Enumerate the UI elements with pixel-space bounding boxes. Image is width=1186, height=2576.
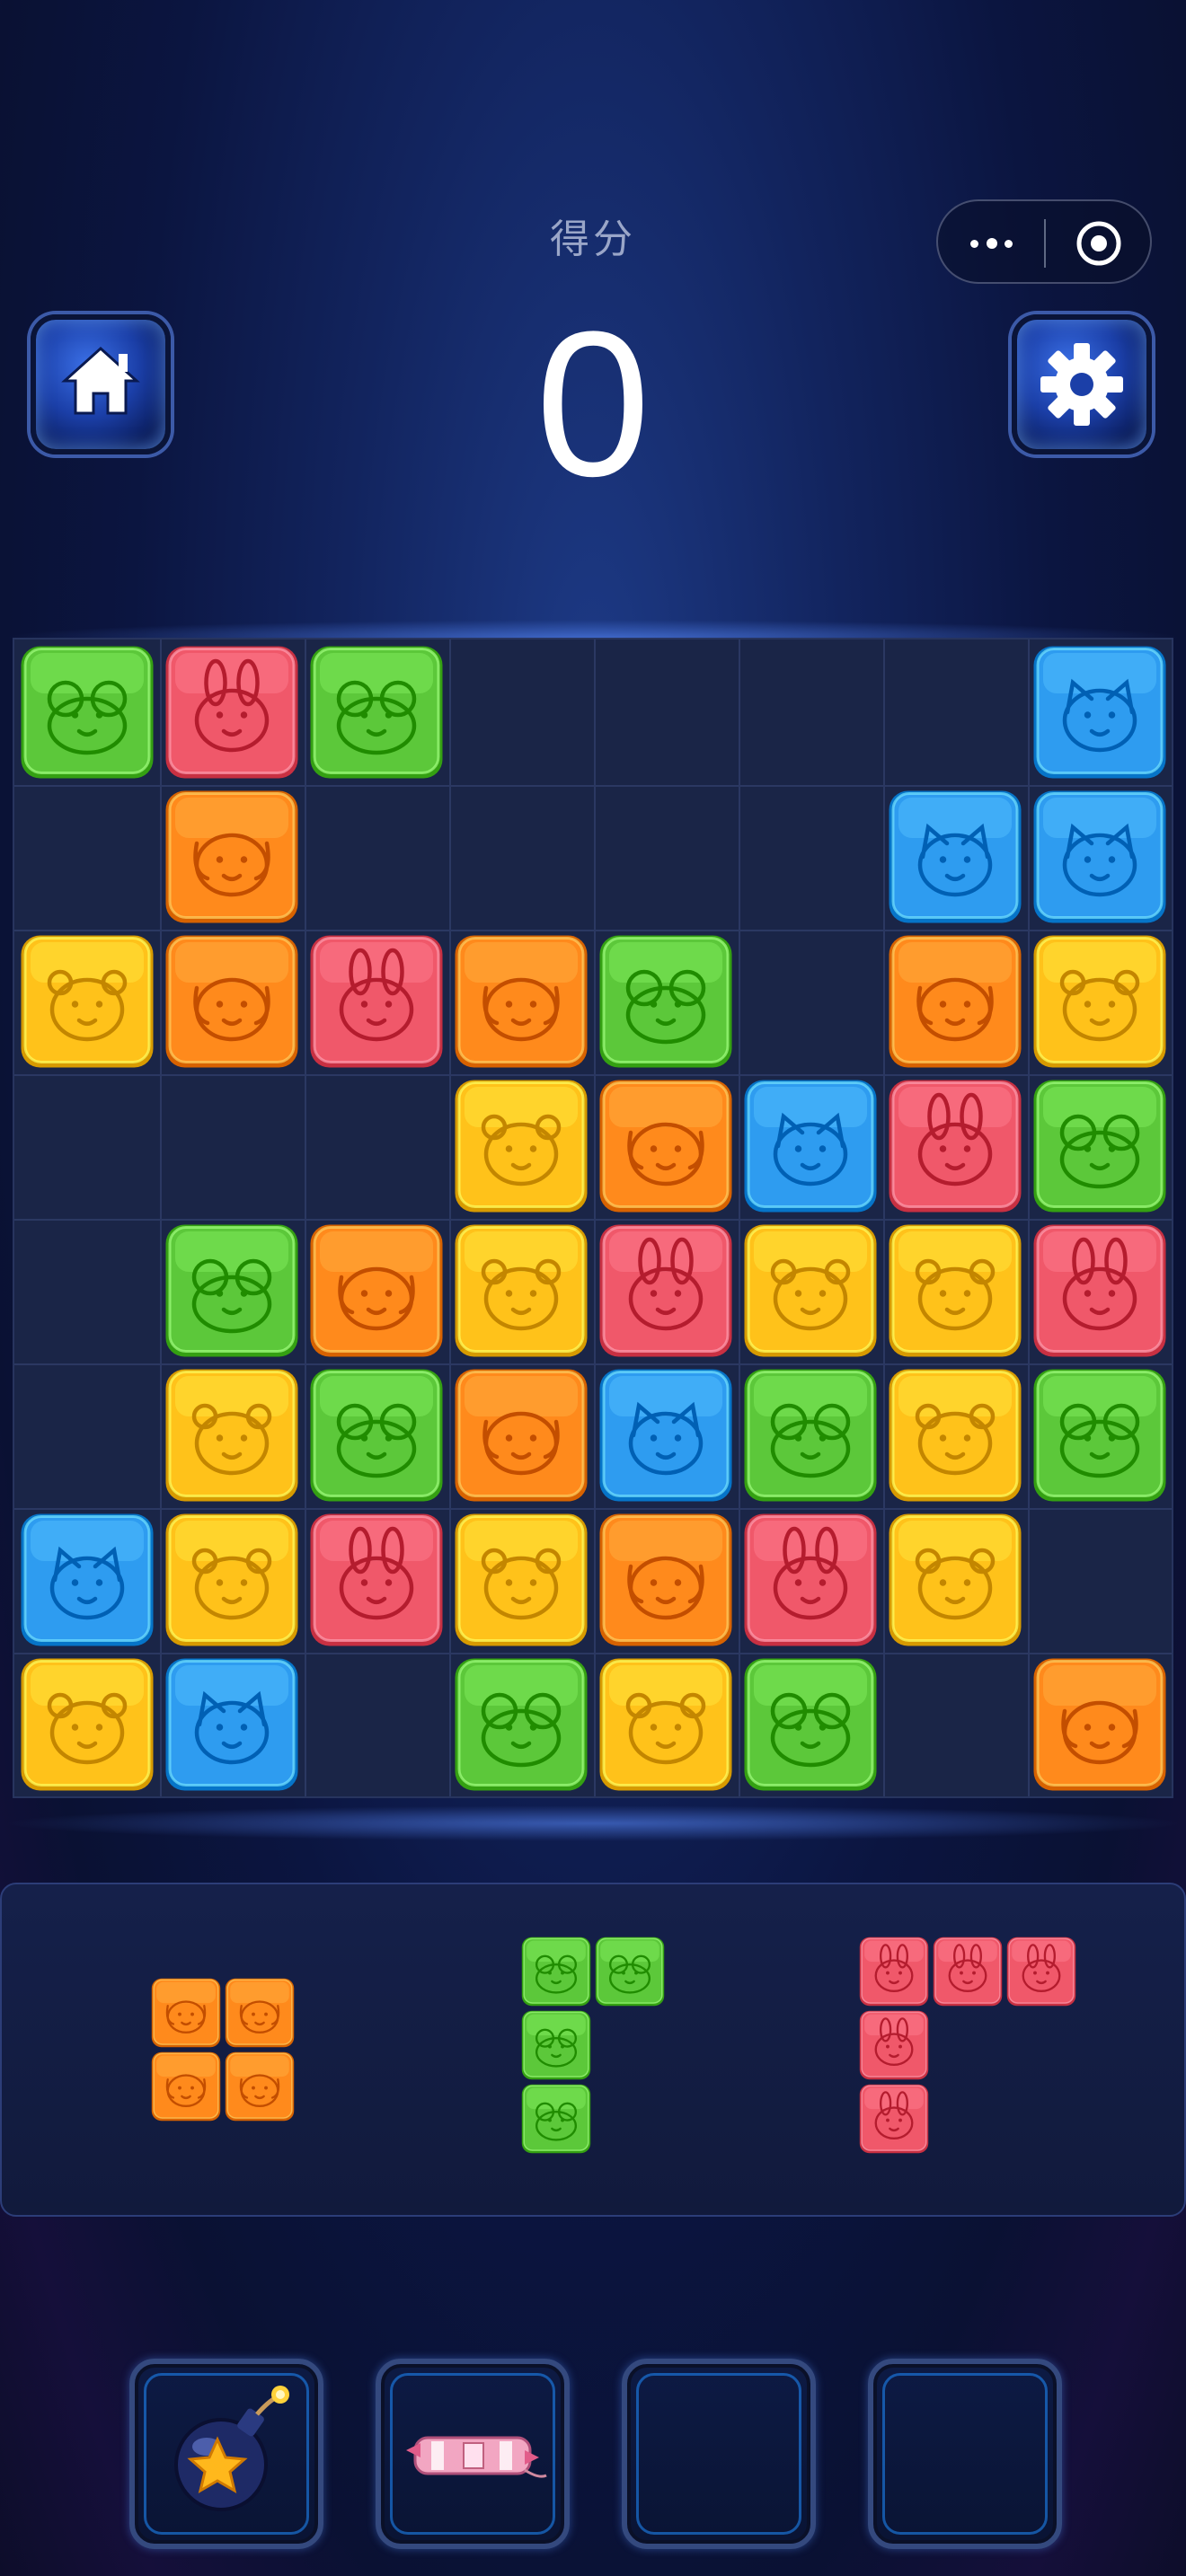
board-bottom-glow [0, 1805, 1186, 1841]
tile-yellow-bear [598, 1657, 733, 1792]
piece-tile-red-rabbit [859, 1936, 929, 2007]
game-board[interactable] [13, 638, 1173, 1798]
tile-red-rabbit [1032, 1223, 1167, 1358]
tile-orange-dog [598, 1079, 733, 1213]
tile-yellow-bear [888, 1223, 1022, 1358]
capsule-divider [1044, 219, 1046, 268]
tile-green-frog [1032, 1368, 1167, 1503]
home-icon [61, 346, 140, 415]
grid-line [14, 1363, 1172, 1365]
tile-green-frog [743, 1657, 878, 1792]
tile-blue-cat [743, 1079, 878, 1213]
tile-yellow-bear [888, 1368, 1022, 1503]
tile-yellow-bear [454, 1079, 589, 1213]
tile-orange-dog [164, 934, 299, 1069]
piece-tile-green-frog [521, 2010, 591, 2080]
piece-tile-orange-dog [151, 1978, 221, 2048]
bomb-slot[interactable] [129, 2359, 323, 2549]
bomb-star-icon [174, 2386, 289, 2511]
tile-red-rabbit [164, 645, 299, 780]
slot-glow [882, 2373, 1048, 2535]
score-value: 0 [535, 288, 651, 519]
piece-tile-orange-dog [151, 2051, 221, 2122]
tile-blue-cat [164, 1657, 299, 1792]
grid-line [14, 930, 1172, 931]
tile-yellow-bear [454, 1513, 589, 1647]
grid-line [14, 1074, 1172, 1076]
tile-orange-dog [598, 1513, 733, 1647]
piece-tile-red-rabbit [933, 1936, 1003, 2007]
grid-line [14, 1653, 1172, 1654]
tile-yellow-bear [164, 1368, 299, 1503]
tile-yellow-bear [20, 1657, 155, 1792]
grid-line [449, 640, 451, 1796]
grid-line [883, 640, 885, 1796]
firecracker-icon [406, 2436, 547, 2478]
tile-orange-dog [1032, 1657, 1167, 1792]
tile-blue-cat [888, 790, 1022, 924]
home-button[interactable] [31, 314, 171, 454]
menu-capsule [936, 199, 1152, 284]
tile-red-rabbit [309, 1513, 444, 1647]
slot-glow [636, 2373, 801, 2535]
tile-yellow-bear [20, 934, 155, 1069]
tile-yellow-bear [164, 1513, 299, 1647]
tile-red-rabbit [743, 1513, 878, 1647]
more-dots-icon[interactable] [965, 228, 1028, 259]
tile-red-rabbit [309, 934, 444, 1069]
tile-orange-dog [888, 934, 1022, 1069]
tile-orange-dog [454, 1368, 589, 1503]
tile-red-rabbit [888, 1079, 1022, 1213]
piece-tile-orange-dog [225, 2051, 295, 2122]
piece-tile-orange-dog [225, 1978, 295, 2048]
tile-orange-dog [454, 934, 589, 1069]
grid-line [14, 1508, 1172, 1510]
firecracker-slot[interactable] [376, 2359, 570, 2549]
tile-green-frog [598, 934, 733, 1069]
piece-tray [0, 1883, 1186, 2217]
grid-line [160, 640, 162, 1796]
piece-tile-red-rabbit [859, 2010, 929, 2080]
tile-yellow-bear [1032, 934, 1167, 1069]
tile-orange-dog [164, 790, 299, 924]
gear-icon [1040, 343, 1123, 426]
tile-blue-cat [598, 1368, 733, 1503]
tile-yellow-bear [888, 1513, 1022, 1647]
piece-tile-green-frog [521, 1936, 591, 2007]
piece-tile-red-rabbit [1006, 1936, 1076, 2007]
tile-green-frog [164, 1223, 299, 1358]
tile-yellow-bear [743, 1223, 878, 1358]
tile-green-frog [309, 1368, 444, 1503]
tile-blue-cat [1032, 790, 1167, 924]
empty-slot-3[interactable] [622, 2359, 816, 2549]
grid-line [14, 1219, 1172, 1221]
grid-line [305, 640, 306, 1796]
tile-green-frog [309, 645, 444, 780]
grid-line [594, 640, 596, 1796]
grid-line [739, 640, 740, 1796]
tile-yellow-bear [454, 1223, 589, 1358]
tile-green-frog [454, 1657, 589, 1792]
tile-blue-cat [20, 1513, 155, 1647]
tile-green-frog [743, 1368, 878, 1503]
tile-green-frog [1032, 1079, 1167, 1213]
piece-tile-green-frog [521, 2084, 591, 2154]
target-close-icon[interactable] [1075, 219, 1123, 268]
grid-line [14, 785, 1172, 787]
settings-button[interactable] [1012, 314, 1152, 454]
grid-line [1028, 640, 1030, 1796]
tile-orange-dog [309, 1223, 444, 1358]
tile-green-frog [20, 645, 155, 780]
piece-tile-red-rabbit [859, 2084, 929, 2154]
piece-tile-green-frog [595, 1936, 665, 2007]
empty-slot-4[interactable] [868, 2359, 1062, 2549]
tile-red-rabbit [598, 1223, 733, 1358]
tile-blue-cat [1032, 645, 1167, 780]
